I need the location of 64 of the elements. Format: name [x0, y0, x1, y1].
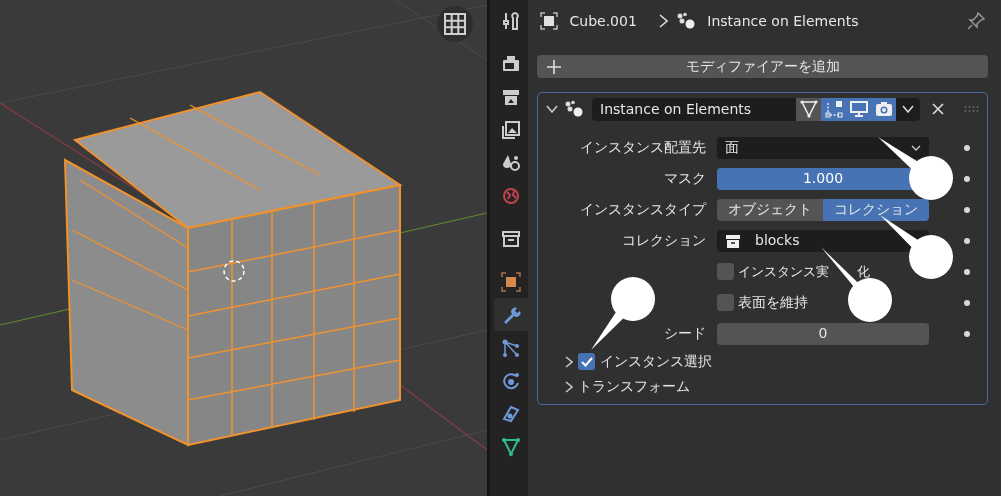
- nodes-icon: [564, 100, 584, 118]
- expand-chevron-icon[interactable]: [565, 355, 573, 368]
- pin-icon[interactable]: [965, 11, 986, 31]
- orbit-icon: [501, 370, 521, 391]
- checkbox-label: 表面を維持: [738, 293, 808, 312]
- keyframe-dot[interactable]: [964, 268, 970, 275]
- collapse-chevron-icon[interactable]: [546, 105, 558, 113]
- keyframe-dot[interactable]: [964, 330, 970, 337]
- keyframe-dot[interactable]: [964, 144, 970, 151]
- funnel-icon: [799, 100, 818, 118]
- chevron-down-icon: [911, 144, 921, 151]
- field-label: インスタンス配置先: [579, 138, 707, 157]
- object-icon: [540, 12, 558, 30]
- object-name: Cube.001: [569, 11, 637, 31]
- checkbox-label: 化: [857, 262, 870, 281]
- drag-handle-icon[interactable]: [964, 105, 980, 113]
- chain-icon: [501, 403, 521, 424]
- number-field[interactable]: 0: [717, 322, 929, 345]
- chevron-right-icon: [658, 14, 668, 28]
- chevron-down-icon: [902, 105, 914, 113]
- checkbox[interactable]: [717, 263, 734, 280]
- box-icon: [725, 232, 741, 249]
- name-field[interactable]: Instance on Elements: [592, 97, 796, 121]
- viewport-toggle[interactable]: [846, 97, 871, 121]
- box-icon: [501, 228, 521, 249]
- modifier-name: Instance on Elements: [707, 11, 859, 31]
- printer-icon: [501, 53, 521, 74]
- add-modifier-button[interactable]: モディファイアーを追加: [537, 55, 988, 78]
- grid-icon: [444, 13, 466, 35]
- dropdown-button[interactable]: [896, 97, 920, 121]
- plus-icon: [547, 59, 561, 74]
- segment-button[interactable]: オブジェクト: [717, 198, 823, 221]
- field-label: コレクション: [621, 231, 707, 250]
- keyframe-dot[interactable]: [964, 175, 970, 182]
- subpanel-title[interactable]: トランスフォーム: [578, 376, 690, 397]
- checkbox[interactable]: [578, 353, 595, 370]
- checkbox[interactable]: [717, 294, 734, 311]
- keyframe-dot[interactable]: [964, 237, 970, 244]
- field-label: シード: [663, 324, 707, 343]
- nodes-icon: [675, 12, 696, 30]
- globe-icon: [501, 185, 521, 206]
- close-icon[interactable]: [932, 103, 944, 115]
- image-stack-icon: [501, 119, 521, 140]
- object-icon: [501, 271, 521, 292]
- nodes-icon: [501, 337, 521, 358]
- subpanel-title[interactable]: インスタンス選択: [600, 351, 712, 372]
- dropdown-field[interactable]: 面: [717, 136, 929, 159]
- monitor-icon: [849, 100, 868, 118]
- triangle-mesh-icon: [501, 436, 521, 457]
- render-toggle[interactable]: [871, 97, 896, 121]
- expand-chevron-icon[interactable]: [565, 380, 573, 393]
- filter-toggle[interactable]: [796, 97, 821, 121]
- tool-icon: [501, 10, 521, 31]
- edit-mode-toggle[interactable]: [821, 97, 846, 121]
- checkbox-label: インスタンス実: [738, 262, 829, 281]
- field-label: マスク: [663, 169, 707, 188]
- field-label: インスタンスタイプ: [579, 200, 708, 219]
- properties-tab[interactable]: [494, 298, 528, 331]
- keyframe-dot[interactable]: [964, 206, 970, 213]
- segment-button[interactable]: コレクション: [823, 198, 929, 221]
- keyframe-dot[interactable]: [964, 299, 970, 306]
- camera-icon: [874, 100, 893, 118]
- collection-field[interactable]: blocks: [717, 229, 929, 252]
- vertex-square-icon: [824, 100, 843, 118]
